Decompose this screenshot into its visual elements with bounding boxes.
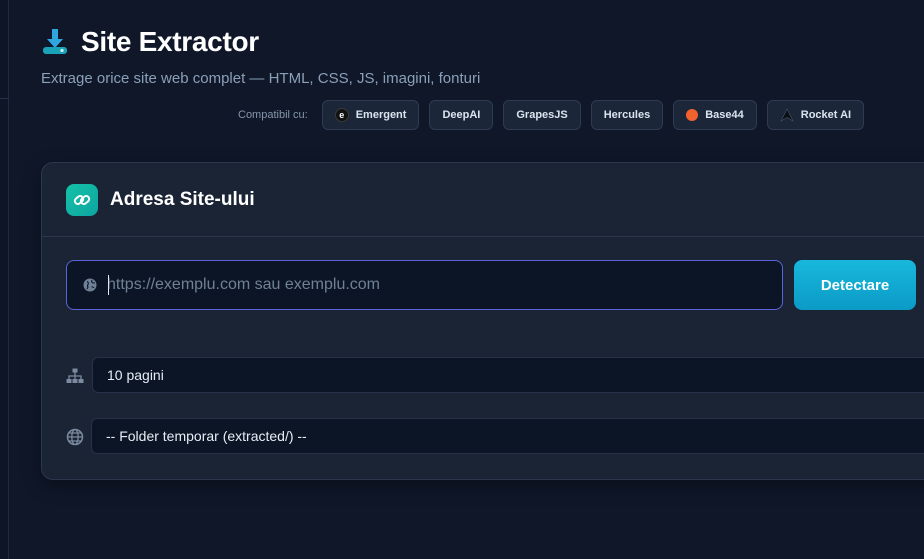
- download-drive-icon: [43, 29, 67, 54]
- compat-chip-label: GrapesJS: [516, 109, 568, 121]
- card-header: Adresa Site-ului: [42, 163, 924, 237]
- compat-chip-label: DeepAI: [442, 109, 481, 121]
- compat-label: Compatibil cu:: [238, 109, 308, 121]
- base44-logo-icon: [686, 109, 699, 121]
- sitemap-icon: [66, 368, 84, 383]
- rail-divider: [0, 98, 9, 99]
- compat-chip-deepai[interactable]: DeepAI: [429, 100, 494, 130]
- pages-select[interactable]: 10 pagini: [92, 357, 924, 393]
- rocket-ai-logo-icon: [780, 108, 794, 122]
- compat-chip-label: Emergent: [355, 109, 407, 121]
- output-folder-select[interactable]: -- Folder temporar (extracted/) --: [91, 418, 924, 454]
- left-rail: [0, 0, 9, 559]
- app-title: Site Extractor: [81, 26, 259, 57]
- compat-chip-label: Base44: [705, 109, 744, 121]
- text-caret: [108, 275, 109, 295]
- compat-chip-rocket-ai[interactable]: Rocket AI: [766, 100, 865, 130]
- url-field[interactable]: [66, 260, 783, 310]
- card-title: Adresa Site-ului: [110, 188, 255, 210]
- app-subtitle: Extrage orice site web complet — HTML, C…: [41, 70, 481, 87]
- page-header: Site Extractor Extrage orice site web co…: [40, 26, 480, 87]
- compat-chip-hercules[interactable]: Hercules: [590, 100, 664, 130]
- url-input[interactable]: [107, 261, 782, 309]
- globe-icon: [66, 428, 84, 446]
- title-row: Site Extractor: [40, 26, 480, 58]
- compat-chip-grapesjs[interactable]: GrapesJS: [503, 100, 581, 130]
- compat-chip-base44[interactable]: Base44: [673, 100, 757, 130]
- link-icon: [66, 183, 98, 216]
- compat-chip-label: Hercules: [603, 109, 651, 121]
- detect-button[interactable]: Detectare: [794, 260, 916, 310]
- site-address-card: Adresa Site-ului Detectare 10 pagini -- …: [41, 162, 924, 480]
- compat-chip-emergent[interactable]: e Emergent: [321, 100, 420, 130]
- compat-chip-label: Rocket AI: [800, 109, 852, 121]
- globe-icon: [83, 278, 97, 292]
- compat-row: Compatibil cu: e Emergent DeepAI GrapesJ…: [238, 100, 874, 130]
- emergent-logo-icon: e: [334, 108, 349, 122]
